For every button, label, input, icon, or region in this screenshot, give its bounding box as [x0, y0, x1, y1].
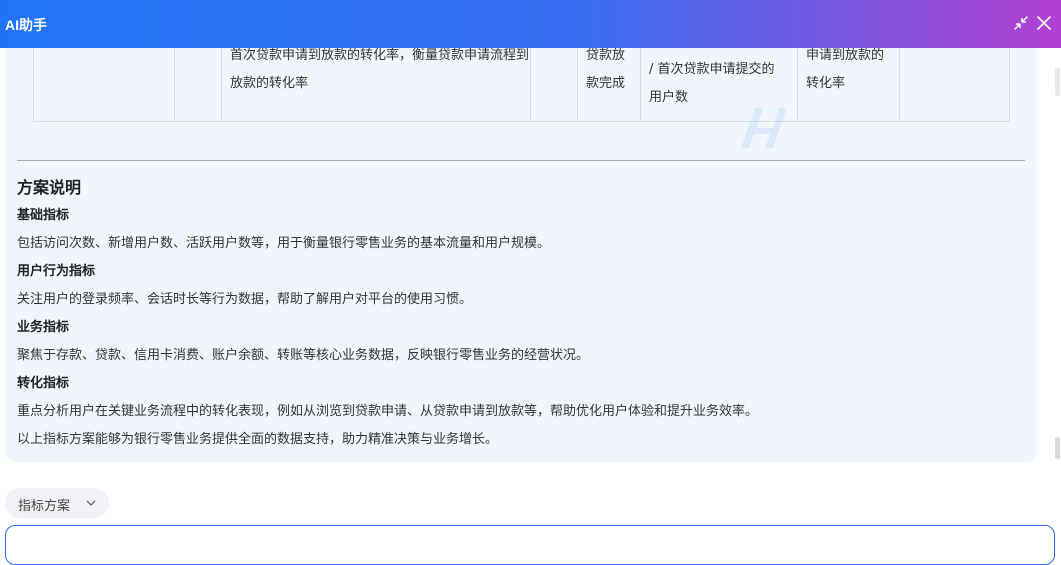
- table-cell: 首次贷款申请到放款的转化率，衡量贷款申请流程到: [230, 48, 530, 63]
- collapse-arrows-icon[interactable]: [1012, 14, 1032, 34]
- subsection-heading: 转化指标: [17, 376, 70, 391]
- table-cell: 用户数: [649, 90, 689, 105]
- dropdown-label: 指标方案: [18, 499, 71, 514]
- watermark-logo-icon: [741, 108, 787, 148]
- table-cell: 放款完成的用户数: [649, 48, 753, 56]
- table-col-divider: [577, 48, 578, 121]
- table-cell: 款完成: [586, 76, 626, 91]
- table-cell: / 首次贷款申请提交的: [649, 62, 775, 77]
- assistant-title: AI助手: [5, 17, 47, 33]
- subsection-heading: 用户行为指标: [17, 264, 96, 279]
- scrollbar-thumb[interactable]: [1055, 437, 1060, 459]
- table-cell: 贷款放: [586, 48, 626, 63]
- metrics-table: 首次贷款申请到放款的转化率，衡量贷款申请流程到 放款的转化率 贷款放 款完成 放…: [33, 48, 1010, 122]
- table-cell: 申请到放款的: [806, 48, 885, 63]
- scrollbar-thumb[interactable]: [1055, 68, 1060, 96]
- table-col-divider: [221, 48, 222, 121]
- table-col-divider: [640, 48, 641, 121]
- section-title: 方案说明: [17, 178, 82, 197]
- chevron-down-icon: [85, 497, 97, 512]
- metric-plan-dropdown[interactable]: 指标方案: [5, 488, 109, 518]
- table-col-divider: [530, 48, 531, 121]
- paragraph: 聚焦于存款、贷款、信用卡消费、账户余额、转账等核心业务数据，反映银行零售业务的经…: [17, 348, 590, 363]
- table-cell: 放款的转化率: [230, 76, 309, 91]
- subsection-heading: 基础指标: [17, 208, 70, 223]
- summary-paragraph: 以上指标方案能够为银行零售业务提供全面的数据支持，助力精准决策与业务增长。: [17, 432, 499, 447]
- subsection-heading: 业务指标: [17, 320, 70, 335]
- table-cell: 转化率: [806, 76, 846, 91]
- response-card: 首次贷款申请到放款的转化率，衡量贷款申请流程到 放款的转化率 贷款放 款完成 放…: [5, 48, 1037, 462]
- message-input[interactable]: [16, 534, 1040, 558]
- section-divider: [17, 160, 1025, 161]
- table-col-divider: [174, 48, 175, 121]
- paragraph: 包括访问次数、新增用户数、活跃用户数等，用于衡量银行零售业务的基本流量和用户规模…: [17, 236, 551, 251]
- table-col-divider: [899, 48, 900, 121]
- message-input-box[interactable]: [5, 525, 1055, 565]
- paragraph: 重点分析用户在关键业务流程中的转化表现，例如从浏览到贷款申请、从贷款申请到放款等…: [17, 404, 759, 419]
- paragraph: 关注用户的登录频率、会话时长等行为数据，帮助了解用户对平台的使用习惯。: [17, 292, 473, 307]
- close-icon[interactable]: [1035, 14, 1055, 34]
- assistant-header: AI助手: [0, 0, 1061, 48]
